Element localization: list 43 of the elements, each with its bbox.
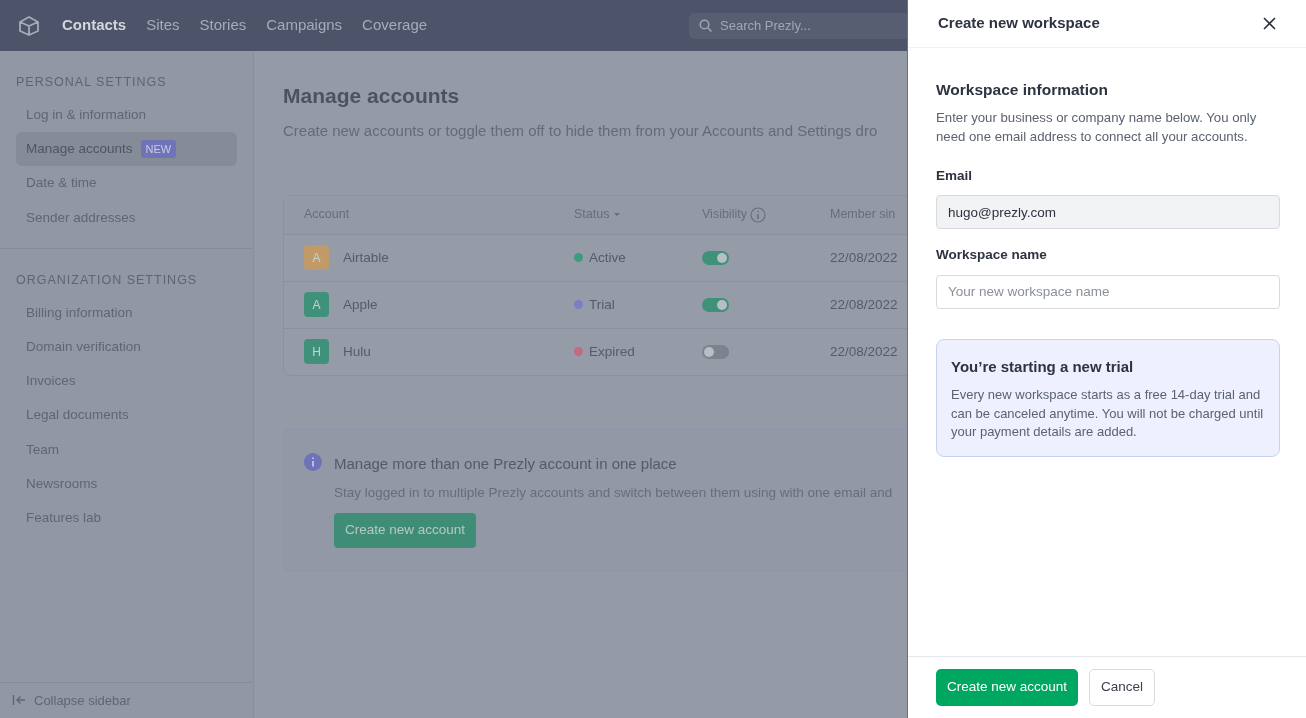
status-label: Active (589, 248, 626, 267)
nav-link[interactable]: Coverage (352, 14, 438, 37)
search-icon (699, 19, 712, 32)
avatar: H (304, 339, 329, 365)
field-label: Email (936, 167, 974, 186)
panel-title: Create new workspace (938, 13, 1100, 34)
callout-title: Manage more than one Prezly account in one place (334, 453, 678, 474)
section-title: Workspace information (936, 80, 1109, 100)
info-icon (304, 452, 322, 471)
visibility-toggle[interactable] (702, 344, 729, 359)
date-cell-text: 22/08/2022 (830, 342, 899, 361)
page-title: Manage accounts (283, 83, 461, 109)
collapse-icon (12, 693, 26, 708)
new-badge: NEW (140, 139, 177, 159)
create-account-button[interactable]: Create new account (936, 669, 1079, 706)
search-field[interactable]: Search Prezly... (689, 12, 907, 39)
caret-icon (612, 212, 621, 218)
section-description: Enter your business or company name below. You only need one email address to connect all your accounts. (936, 109, 1258, 146)
account-name: Hulu (343, 342, 371, 361)
date-cell-text: 22/08/2022 (830, 295, 899, 314)
date-cell-text: 22/08/2022 (830, 248, 899, 267)
account-name: Airtable (343, 248, 389, 267)
input-field[interactable]: Your new workspace name (936, 274, 1280, 309)
visibility-toggle[interactable] (702, 250, 729, 265)
account-name: Apple (343, 295, 378, 314)
visibility-toggle[interactable] (702, 297, 729, 312)
notice-text: Every new workspace starts as a free 14-day trial and can be canceled anytime. You will not be charged until your payment details are added. (951, 386, 1265, 442)
field-label: Workspace name (936, 246, 1048, 265)
nav-link[interactable]: Stories (189, 14, 257, 37)
avatar: A (304, 245, 329, 271)
status-label: Expired (589, 342, 635, 361)
info-icon (750, 206, 767, 223)
close-button[interactable] (1261, 15, 1278, 32)
nav-link[interactable]: Sites (136, 14, 190, 37)
create-account-button[interactable]: Create new account (334, 513, 477, 548)
status-label: Trial (589, 295, 615, 314)
nav-link[interactable]: Campaigns (256, 14, 353, 37)
close-icon (1263, 17, 1276, 30)
avatar: A (304, 292, 329, 318)
notice-title: You’re starting a new trial (951, 356, 1135, 377)
logo-icon (18, 14, 40, 37)
cancel-button[interactable]: Cancel (1089, 669, 1156, 706)
nav-link[interactable]: Contacts (52, 14, 137, 37)
